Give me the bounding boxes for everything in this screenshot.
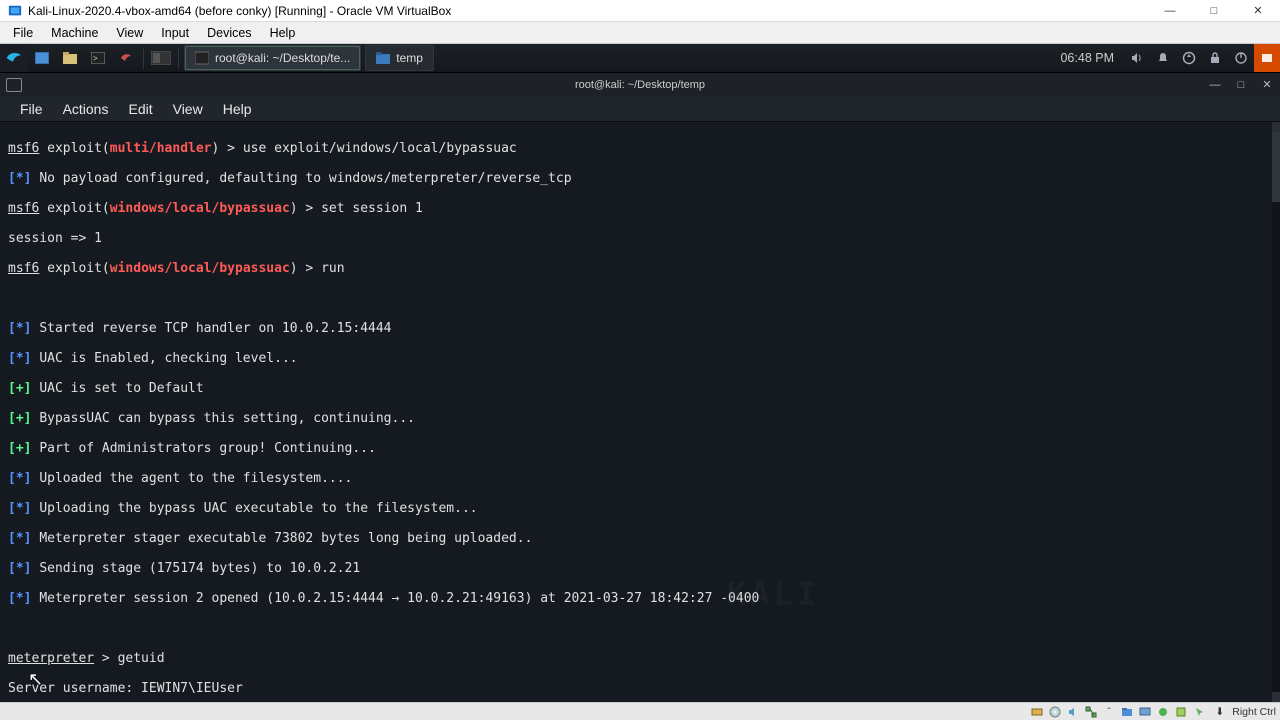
taskbar-button-label: temp <box>396 51 423 65</box>
vbox-mouse-integration-icon[interactable] <box>1191 705 1207 719</box>
terminal-titlebar[interactable]: root@kali: ~/Desktop/temp — □ ✕ <box>0 72 1280 96</box>
svg-text:>: > <box>93 54 98 63</box>
terminal-scrollbar[interactable] <box>1272 122 1280 702</box>
lock-icon[interactable] <box>1202 44 1228 72</box>
workspace-switcher[interactable] <box>147 44 175 72</box>
vbox-shared-folders-icon[interactable] <box>1119 705 1135 719</box>
terminal-window-icon <box>6 78 22 92</box>
terminal-menu-bar: File Actions Edit View Help <box>0 96 1280 122</box>
vbox-cpu-icon[interactable] <box>1173 705 1189 719</box>
power-icon[interactable] <box>1228 44 1254 72</box>
host-maximize-button[interactable]: □ <box>1192 0 1236 22</box>
taskbar-button-terminal[interactable]: root@kali: ~/Desktop/te... <box>184 45 361 71</box>
file-manager-launcher[interactable] <box>56 44 84 72</box>
show-desktop-button[interactable] <box>28 44 56 72</box>
notifications-icon[interactable] <box>1150 44 1176 72</box>
host-window-titlebar: Kali-Linux-2020.4-vbox-amd64 (before con… <box>0 0 1280 22</box>
panel-separator <box>143 47 144 69</box>
vbox-hard-disk-icon[interactable] <box>1029 705 1045 719</box>
kali-applications-menu[interactable] <box>0 44 28 72</box>
terminal-maximize-button[interactable]: □ <box>1228 73 1254 97</box>
folder-icon <box>376 51 390 65</box>
vbox-display-icon[interactable] <box>1137 705 1153 719</box>
terminal-launcher[interactable]: > <box>84 44 112 72</box>
taskbar-button-folder[interactable]: temp <box>365 45 434 71</box>
terminal-title: root@kali: ~/Desktop/temp <box>575 79 705 91</box>
kali-launcher[interactable] <box>112 44 140 72</box>
virtualbox-menu-bar: File Machine View Input Devices Help <box>0 22 1280 44</box>
terminal-output[interactable]: msf6 exploit(multi/handler) > use exploi… <box>0 122 1280 702</box>
kali-top-panel: > root@kali: ~/Desktop/te... temp 06:48 … <box>0 44 1280 72</box>
panel-updater-icon[interactable] <box>1254 44 1280 72</box>
panel-separator <box>178 47 179 69</box>
terminal-menu-file[interactable]: File <box>10 98 53 120</box>
vbox-recording-icon[interactable] <box>1155 705 1171 719</box>
vbox-menu-view[interactable]: View <box>107 24 152 42</box>
updates-icon[interactable] <box>1176 44 1202 72</box>
volume-icon[interactable] <box>1124 44 1150 72</box>
terminal-menu-view[interactable]: View <box>163 98 213 120</box>
terminal-menu-actions[interactable]: Actions <box>53 98 119 120</box>
vbox-optical-icon[interactable] <box>1047 705 1063 719</box>
vbox-hostkey-modifier: ⬇ <box>1215 706 1224 718</box>
terminal-minimize-button[interactable]: — <box>1202 73 1228 97</box>
vbox-menu-help[interactable]: Help <box>261 24 305 42</box>
vbox-menu-file[interactable]: File <box>4 24 42 42</box>
vbox-hostkey-label: Right Ctrl <box>1232 706 1276 718</box>
vbox-audio-icon[interactable] <box>1065 705 1081 719</box>
terminal-menu-edit[interactable]: Edit <box>118 98 162 120</box>
host-window-title: Kali-Linux-2020.4-vbox-amd64 (before con… <box>28 4 1148 18</box>
vbox-menu-machine[interactable]: Machine <box>42 24 107 42</box>
host-close-button[interactable]: ✕ <box>1236 0 1280 22</box>
virtualbox-app-icon <box>8 4 22 18</box>
vbox-network-icon[interactable] <box>1083 705 1099 719</box>
terminal-icon <box>195 51 209 65</box>
vbox-usb-icon[interactable] <box>1101 705 1117 719</box>
terminal-menu-help[interactable]: Help <box>213 98 262 120</box>
vbox-menu-input[interactable]: Input <box>152 24 198 42</box>
terminal-close-button[interactable]: ✕ <box>1254 73 1280 97</box>
panel-clock[interactable]: 06:48 PM <box>1050 51 1124 65</box>
virtualbox-status-bar: ⬇ Right Ctrl <box>0 702 1280 720</box>
taskbar-button-label: root@kali: ~/Desktop/te... <box>215 51 350 65</box>
scrollbar-up-arrow[interactable] <box>1272 122 1280 132</box>
vbox-menu-devices[interactable]: Devices <box>198 24 260 42</box>
host-minimize-button[interactable]: — <box>1148 0 1192 22</box>
scrollbar-down-arrow[interactable] <box>1272 692 1280 702</box>
scrollbar-thumb[interactable] <box>1272 132 1280 202</box>
